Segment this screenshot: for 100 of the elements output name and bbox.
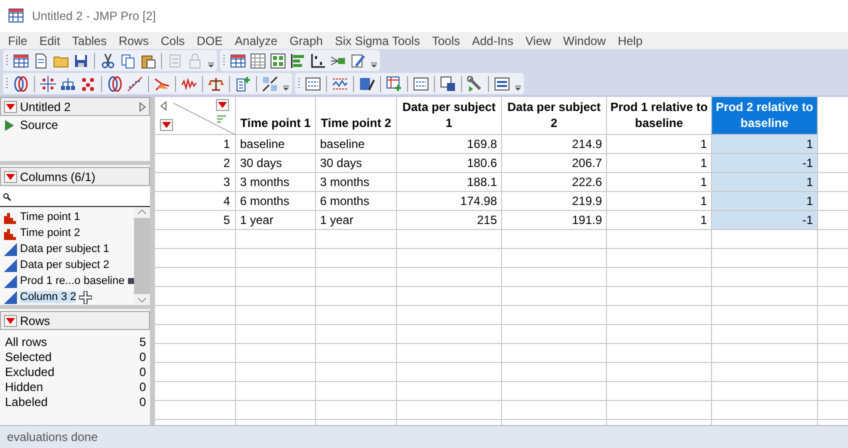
move-cursor-icon xyxy=(79,290,92,304)
table-cell: 30 days xyxy=(236,154,316,173)
list-icon[interactable] xyxy=(413,76,429,92)
scroll-thumb[interactable] xyxy=(134,218,150,294)
menu-triangle-button[interactable] xyxy=(4,314,17,326)
list-icon[interactable] xyxy=(305,76,321,92)
copy-icon[interactable] xyxy=(120,52,136,68)
menu-item[interactable]: Edit xyxy=(33,34,66,48)
play-icon[interactable] xyxy=(5,120,14,130)
scissors-icon[interactable] xyxy=(100,52,116,68)
table-icon[interactable] xyxy=(13,52,29,68)
table-cell: 219.9 xyxy=(502,192,607,211)
menu-item[interactable]: File xyxy=(2,34,34,48)
menu-item[interactable]: Tables xyxy=(66,34,113,48)
nominal-column-icon xyxy=(4,210,17,224)
control-chart-icon[interactable] xyxy=(332,76,348,92)
table-add-icon[interactable] xyxy=(386,76,402,92)
column-header[interactable]: Data per subject 1 xyxy=(397,97,502,135)
menu-item[interactable]: DOE xyxy=(190,34,229,48)
app-icon xyxy=(8,8,24,24)
balance-icon[interactable] xyxy=(208,76,224,92)
menu-triangle-button[interactable] xyxy=(216,99,229,111)
menu-item[interactable]: Cols xyxy=(154,34,191,48)
quad-grid-icon[interactable] xyxy=(270,52,286,68)
row-number: 3 xyxy=(155,173,236,192)
column-list-item[interactable]: Column 3 2 xyxy=(20,291,76,303)
document-icon[interactable] xyxy=(33,52,49,68)
table-cell: 215 xyxy=(397,211,502,230)
table-cell: 6 months xyxy=(316,192,397,211)
menu-item[interactable]: Window xyxy=(557,34,612,48)
ellipse-icon[interactable] xyxy=(13,76,29,92)
table-cell: 1 xyxy=(712,135,818,154)
row-number: 5 xyxy=(155,211,236,230)
expand-triangle-icon[interactable] xyxy=(139,102,146,112)
row-state-count: 0 xyxy=(139,394,146,408)
ellipse-icon[interactable] xyxy=(107,76,123,92)
row-state-count: 5 xyxy=(139,334,146,348)
column-header[interactable]: Time point 2 xyxy=(316,97,397,135)
menu-item[interactable]: Help xyxy=(612,34,649,48)
menu-item[interactable]: Analyze xyxy=(228,34,284,48)
column-list-item[interactable]: Prod 1 re...o baseline xyxy=(20,275,125,287)
wave-icon[interactable] xyxy=(181,76,197,92)
continuous-column-icon xyxy=(4,290,17,304)
panel-icon[interactable] xyxy=(494,76,510,92)
row-number: 2 xyxy=(155,154,236,173)
diagonal-line xyxy=(173,103,236,135)
table-cell: 188.1 xyxy=(397,173,502,192)
column-header[interactable]: Data per subject 2 xyxy=(502,97,607,135)
column-list-item[interactable]: Time point 2 xyxy=(20,227,80,239)
search-field[interactable] xyxy=(0,187,150,207)
panel-title: Untitled 2 xyxy=(20,100,71,114)
save-icon[interactable] xyxy=(73,52,89,68)
bar-chart-icon[interactable] xyxy=(290,52,306,68)
table-cell: 1 year xyxy=(236,211,316,230)
panel-title: Columns (6/1) xyxy=(20,170,96,184)
table-cell: -1 xyxy=(712,154,818,173)
menu-item[interactable]: Graph xyxy=(283,34,329,48)
dots-icon[interactable] xyxy=(80,76,96,92)
collapse-triangle-icon[interactable] xyxy=(160,101,167,111)
lines-icon xyxy=(217,115,226,124)
hierarchy-icon[interactable] xyxy=(60,76,76,92)
menu-item[interactable]: Six Sigma Tools xyxy=(328,34,426,48)
grid-icon[interactable] xyxy=(250,52,266,68)
column-list-item[interactable]: Data per subject 1 xyxy=(20,243,110,255)
row-state-count: 0 xyxy=(139,380,146,394)
table-icon[interactable] xyxy=(230,52,246,68)
table-cell: baseline xyxy=(236,135,316,154)
column-list-item[interactable]: Data per subject 2 xyxy=(20,259,110,271)
row-state-label: Excluded xyxy=(5,364,54,378)
pencil-icon[interactable] xyxy=(350,52,366,68)
menu-item[interactable]: Rows xyxy=(112,34,155,48)
continuous-column-icon xyxy=(4,274,17,288)
table-cell: baseline xyxy=(316,135,397,154)
table-cell: 1 xyxy=(712,173,818,192)
table-cell: 174.98 xyxy=(397,192,502,211)
column-header[interactable]: Time point 1 xyxy=(236,97,316,135)
menu-triangle-button[interactable] xyxy=(4,170,17,182)
wrench-icon[interactable] xyxy=(467,76,483,92)
menu-item[interactable]: Tools xyxy=(426,34,466,48)
row-state-count: 0 xyxy=(139,350,146,364)
row-state-label: Labeled xyxy=(5,394,48,408)
menu-item[interactable]: View xyxy=(519,34,558,48)
table-cell: 1 year xyxy=(316,211,397,230)
table-cell: 222.6 xyxy=(502,173,607,192)
column-header[interactable]: Prod 2 relative to baseline xyxy=(712,97,818,135)
row-state-label: Hidden xyxy=(5,380,44,394)
menu-triangle-button[interactable] xyxy=(160,119,173,131)
menu-item[interactable]: Add-Ins xyxy=(466,34,520,48)
scatter-plot-icon[interactable] xyxy=(127,76,143,92)
menu-triangle-button[interactable] xyxy=(4,100,17,112)
clipboard-icon[interactable] xyxy=(140,52,156,68)
row-number: 4 xyxy=(155,192,236,211)
scatter-grid-icon[interactable] xyxy=(40,76,56,92)
axes-icon[interactable] xyxy=(310,52,326,68)
table-cell: 3 months xyxy=(316,173,397,192)
stack-icon[interactable] xyxy=(262,76,278,92)
column-list-item[interactable]: Time point 1 xyxy=(20,211,80,223)
row-state-label: All rows xyxy=(5,334,48,348)
script-item[interactable]: Source xyxy=(20,118,58,132)
add-column-icon[interactable] xyxy=(235,76,251,92)
